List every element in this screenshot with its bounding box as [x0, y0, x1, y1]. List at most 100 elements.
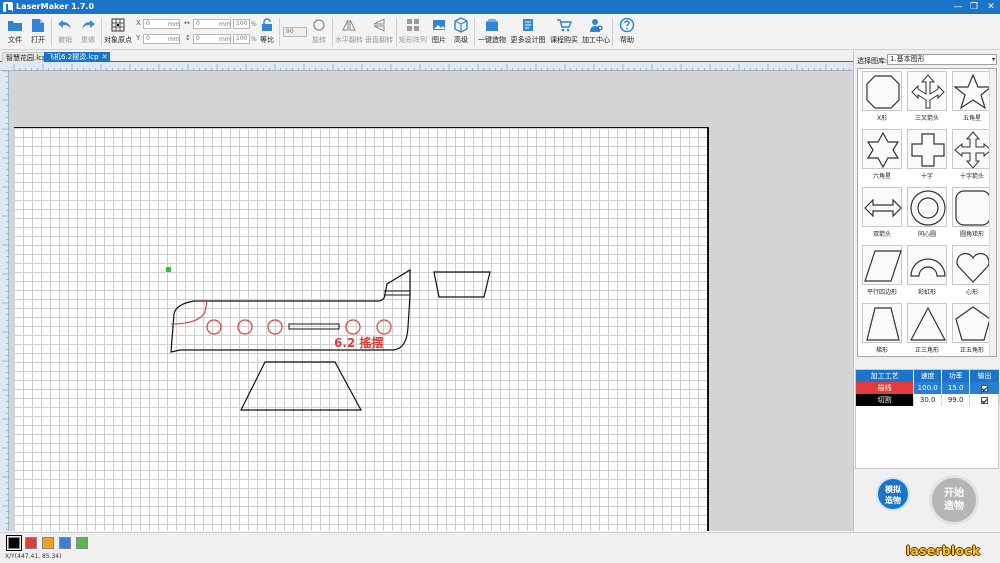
- col-power: 功率: [941, 370, 971, 382]
- x-label: X: [136, 19, 141, 27]
- library-select[interactable]: 1.基本图形 ▾: [887, 54, 997, 65]
- cube-icon: [454, 17, 468, 33]
- undo-button[interactable]: 撤销: [54, 16, 76, 48]
- advanced-button[interactable]: 高级: [451, 16, 471, 48]
- octagon-notch-icon: [862, 71, 902, 111]
- layer-color-swatch[interactable]: [59, 537, 71, 549]
- shape-item-label: 平行四边形: [866, 289, 897, 296]
- canvas-workspace[interactable]: 6.2 搖摆: [9, 71, 853, 531]
- shape-item-octagon-notch[interactable]: X形: [860, 71, 904, 129]
- pentagon-icon: [952, 303, 992, 343]
- toolbar-separator: [279, 18, 280, 46]
- stand-base-trapezoid[interactable]: [240, 361, 363, 411]
- window-circle[interactable]: [206, 319, 222, 335]
- wing-slot[interactable]: [288, 323, 340, 330]
- layer-color-swatch[interactable]: [25, 537, 37, 549]
- shape-item-rainbow[interactable]: 彩虹形: [905, 245, 949, 303]
- shape-item-label: 同心圆: [917, 231, 936, 238]
- shape-item-label: 圆角矩形: [959, 231, 984, 238]
- stand-top-trapezoid[interactable]: [433, 271, 491, 298]
- simulate-button[interactable]: 模拟 造物: [876, 477, 910, 511]
- help-icon: [619, 17, 635, 33]
- shape-item-rounded-rect[interactable]: 圆角矩形: [950, 187, 994, 245]
- double-arrow-icon: [862, 187, 902, 227]
- help-button[interactable]: 帮助: [616, 16, 638, 48]
- start-button[interactable]: 开始 造物: [929, 475, 979, 525]
- power-value[interactable]: 99.0: [941, 394, 971, 406]
- process-center-button[interactable]: 加工中心: [582, 16, 610, 48]
- six-star-icon: [862, 129, 902, 169]
- rect-array-button[interactable]: 矩形阵列: [398, 16, 428, 48]
- width-percent-input[interactable]: 100: [233, 19, 250, 29]
- shape-item-parallelogram[interactable]: 平行四边形: [860, 245, 904, 303]
- shape-item-trident-arrow[interactable]: 三叉箭头: [905, 71, 949, 129]
- shape-item-five-star[interactable]: 五角星: [950, 71, 994, 129]
- redo-button[interactable]: 重做: [77, 16, 99, 48]
- minimize-button[interactable]: —: [950, 0, 966, 14]
- speed-value[interactable]: 100.0: [913, 382, 943, 394]
- one-click-make-button[interactable]: 一键造物: [477, 16, 507, 48]
- vertical-ruler: [0, 70, 9, 531]
- close-button[interactable]: ✕: [983, 0, 999, 14]
- window-circle[interactable]: [237, 319, 253, 335]
- object-origin-button[interactable]: 对象原点: [103, 16, 133, 48]
- window-circle[interactable]: [345, 319, 361, 335]
- shape-gallery[interactable]: X形 三叉箭头 五角星六角星 十字 十字箭头双箭头 同心圆 圆角矩形平行四边形 彩虹形 心形 梯形…: [857, 68, 997, 357]
- shape-item-trapezoid[interactable]: 梯形: [860, 303, 904, 356]
- layer-color-swatch[interactable]: [76, 537, 88, 549]
- horizontal-flip-button[interactable]: 水平翻转: [334, 16, 364, 48]
- output-checkbox[interactable]: [969, 382, 1000, 394]
- width-pct-unit: %: [251, 21, 257, 28]
- shape-item-pentagon[interactable]: 正五角形: [950, 303, 994, 356]
- title-bar: LaserMaker 1.7.0 — ❐ ✕: [0, 0, 1000, 14]
- cart-icon: [557, 19, 572, 32]
- status-bar: X/Y(447.41, 85.34) laserblock: [0, 532, 1000, 563]
- gallery-scrollbar[interactable]: [989, 69, 996, 356]
- shape-item-double-arrow[interactable]: 双箭头: [860, 187, 904, 245]
- shape-item-cross[interactable]: 十字: [905, 129, 949, 187]
- window-circle[interactable]: [376, 319, 392, 335]
- image-button[interactable]: 图片: [429, 16, 449, 48]
- more-designs-button[interactable]: 更多设计图: [510, 16, 546, 48]
- open-button[interactable]: 打开: [27, 16, 49, 48]
- brand-logo: laserblock: [906, 544, 981, 558]
- course-purchase-button[interactable]: 课程购买: [548, 16, 580, 48]
- layer-color-swatch[interactable]: [42, 537, 54, 549]
- cockpit-engrave-line[interactable]: [170, 300, 208, 325]
- design-canvas[interactable]: 6.2 搖摆: [14, 127, 709, 531]
- engraving-text[interactable]: 6.2 搖摆: [334, 335, 383, 350]
- drawing-layer[interactable]: 6.2 搖摆: [14, 128, 709, 532]
- airplane-tail-stripe[interactable]: [384, 290, 410, 296]
- shape-item-label: 正五角形: [959, 347, 984, 354]
- process-name: 切割: [856, 394, 915, 406]
- lock-ratio-button[interactable]: 等比: [257, 16, 277, 48]
- height-unit: mm: [219, 36, 231, 43]
- flip-vertical-icon: [373, 18, 385, 32]
- shape-item-concentric-circle[interactable]: 同心圆: [905, 187, 949, 245]
- rotate-button[interactable]: 旋转: [309, 16, 329, 48]
- file-button[interactable]: 文件: [4, 16, 26, 48]
- table-row[interactable]: 切割 30.0 99.0: [856, 394, 1000, 406]
- shape-item-six-star[interactable]: 六角星: [860, 129, 904, 187]
- shape-item-label: 十字箭头: [959, 173, 984, 180]
- col-process: 加工工艺: [856, 370, 915, 382]
- vertical-flip-button[interactable]: 垂直翻转: [364, 16, 394, 48]
- design-file-icon: [523, 19, 533, 31]
- power-value[interactable]: 15.0: [941, 382, 971, 394]
- output-checkbox[interactable]: [969, 394, 1000, 406]
- origin-marker[interactable]: [166, 267, 171, 272]
- shape-item-heart[interactable]: 心形: [950, 245, 994, 303]
- layer-color-swatch[interactable]: [6, 535, 22, 551]
- tab-airplane[interactable]: 飞机6.2摆烫.lcp ✕: [44, 52, 111, 62]
- process-table: 加工工艺 速度 功率 输出 描线 100.0 15.0 切割 30.0 99.0: [855, 369, 1000, 469]
- rotate-angle-input[interactable]: 90: [283, 27, 307, 37]
- tab-close-icon[interactable]: ✕: [102, 53, 108, 61]
- table-row[interactable]: 描线 100.0 15.0: [856, 382, 1000, 394]
- shape-item-cross-arrow[interactable]: 十字箭头: [950, 129, 994, 187]
- maximize-button[interactable]: ❐: [966, 0, 982, 14]
- speed-value[interactable]: 30.0: [913, 394, 943, 406]
- shape-item-triangle[interactable]: 正三角形: [905, 303, 949, 356]
- height-percent-input[interactable]: 100: [233, 34, 250, 44]
- window-circle[interactable]: [267, 319, 283, 335]
- cross-arrow-icon: [952, 129, 992, 169]
